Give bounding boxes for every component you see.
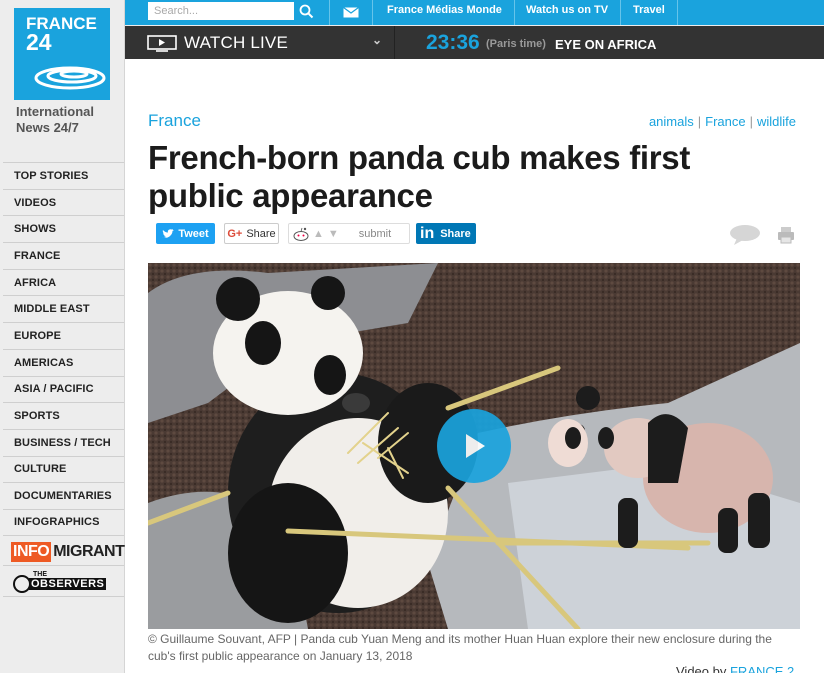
toplink-france-medias-monde[interactable]: France Médias Monde	[375, 0, 515, 25]
tweet-button[interactable]: Tweet	[156, 223, 215, 244]
linkedin-icon: in	[420, 224, 435, 242]
video-credit-source[interactable]: FRANCE 2	[730, 664, 794, 673]
google-plus-share-button[interactable]: G+ Share	[224, 223, 279, 244]
play-icon	[466, 434, 485, 458]
newsletter-button[interactable]	[329, 0, 373, 25]
sidebar-item-europe[interactable]: EUROPE	[3, 322, 124, 349]
print-icon[interactable]	[777, 226, 795, 244]
watch-live-button[interactable]: WATCH LIVE	[184, 33, 288, 53]
search-input[interactable]	[148, 2, 294, 20]
reddit-submit-label[interactable]: submit	[359, 228, 391, 240]
watch-live-bar: WATCH LIVE ⌄ 23:36 (Paris time) EYE ON A…	[125, 26, 824, 59]
top-bar: France Médias Monde Watch us on TV Trave…	[125, 0, 824, 25]
toplink-watch-on-tv[interactable]: Watch us on TV	[514, 0, 622, 25]
search-button[interactable]	[294, 0, 319, 22]
toplink-travel[interactable]: Travel	[621, 0, 678, 25]
video-credit: Video by FRANCE 2	[676, 664, 794, 673]
tv-icon	[147, 35, 177, 52]
mail-icon	[343, 7, 359, 18]
chevron-down-icon[interactable]: ⌄	[372, 33, 382, 47]
video-caption: © Guillaume Souvant, AFP | Panda cub Yua…	[148, 632, 772, 663]
article-tags: animals | France | wildlife	[649, 114, 796, 129]
sidebar-nav: TOP STORIES VIDEOS SHOWS FRANCE AFRICA M…	[3, 162, 124, 536]
sidebar: FRANCE 24 International News 24/7 TOP ST…	[0, 0, 135, 673]
google-plus-icon: G+	[227, 227, 243, 240]
reddit-icon	[293, 227, 309, 241]
tweet-label: Tweet	[178, 227, 209, 240]
logo-line2: 24	[26, 29, 52, 55]
reddit-submit-widget[interactable]: ▲▼ submit	[288, 223, 410, 244]
livebar-divider	[394, 26, 395, 59]
tag-animals[interactable]: animals	[649, 114, 694, 129]
google-plus-label: Share	[246, 227, 276, 240]
sidebar-item-top-stories[interactable]: TOP STORIES	[3, 162, 124, 189]
sidebar-item-asia-pacific[interactable]: ASIA / PACIFIC	[3, 375, 124, 403]
sidebar-item-middle-east[interactable]: MIDDLE EAST	[3, 295, 124, 322]
page: FRANCE 24 International News 24/7 TOP ST…	[0, 0, 824, 673]
sidebar-item-sports[interactable]: SPORTS	[3, 402, 124, 429]
tag-separator: |	[749, 114, 753, 129]
sidebar-item-france[interactable]: FRANCE	[3, 242, 124, 269]
sidebar-item-shows[interactable]: SHOWS	[3, 215, 124, 242]
comment-icon[interactable]	[729, 224, 761, 246]
infomigrants-logo: INFO MIGRANTS	[11, 542, 135, 562]
section-label[interactable]: France	[148, 111, 201, 131]
observers-link[interactable]: THE OBSERVERS	[3, 568, 124, 597]
linkedin-label: Share	[440, 227, 471, 240]
observers-the: THE	[33, 571, 47, 578]
tag-wildlife[interactable]: wildlife	[757, 114, 796, 129]
video-player[interactable]	[148, 263, 800, 629]
article-title: French-born panda cub makes first public…	[148, 139, 691, 214]
video-credit-prefix: Video by	[676, 664, 727, 673]
search-icon	[299, 4, 314, 18]
sidebar-item-americas[interactable]: AMERICAS	[3, 348, 124, 376]
article-main: France animals | France | wildlife Frenc…	[125, 59, 824, 673]
sidebar-item-business-tech[interactable]: BUSINESS / TECH	[3, 428, 124, 456]
tag-france[interactable]: France	[705, 114, 745, 129]
live-timezone: (Paris time)	[486, 38, 546, 50]
observers-name: OBSERVERS	[29, 578, 107, 590]
france24-logo[interactable]: FRANCE 24	[14, 8, 110, 100]
sidebar-item-culture[interactable]: CULTURE	[3, 455, 124, 483]
infomigrants-link[interactable]: INFO MIGRANTS	[3, 537, 135, 566]
live-program[interactable]: EYE ON AFRICA	[555, 37, 656, 52]
play-button[interactable]	[437, 409, 511, 483]
tagline: International News 24/7	[16, 104, 95, 135]
sidebar-item-documentaries[interactable]: DOCUMENTARIES	[3, 482, 124, 509]
sidebar-item-infographics[interactable]: INFOGRAPHICS	[3, 508, 124, 536]
sidebar-item-videos[interactable]: VIDEOS	[3, 188, 124, 216]
infomigrants-logo-part2: MIGRANTS	[53, 543, 135, 560]
linkedin-share-button[interactable]: in Share	[416, 223, 476, 244]
reddit-vote-arrows-icon[interactable]: ▲▼	[313, 228, 343, 240]
tag-separator: |	[697, 114, 702, 129]
twitter-icon	[162, 228, 175, 238]
live-time: 23:36	[426, 31, 480, 54]
infomigrants-logo-part1: INFO	[11, 542, 52, 562]
sidebar-item-africa[interactable]: AFRICA	[3, 268, 124, 296]
